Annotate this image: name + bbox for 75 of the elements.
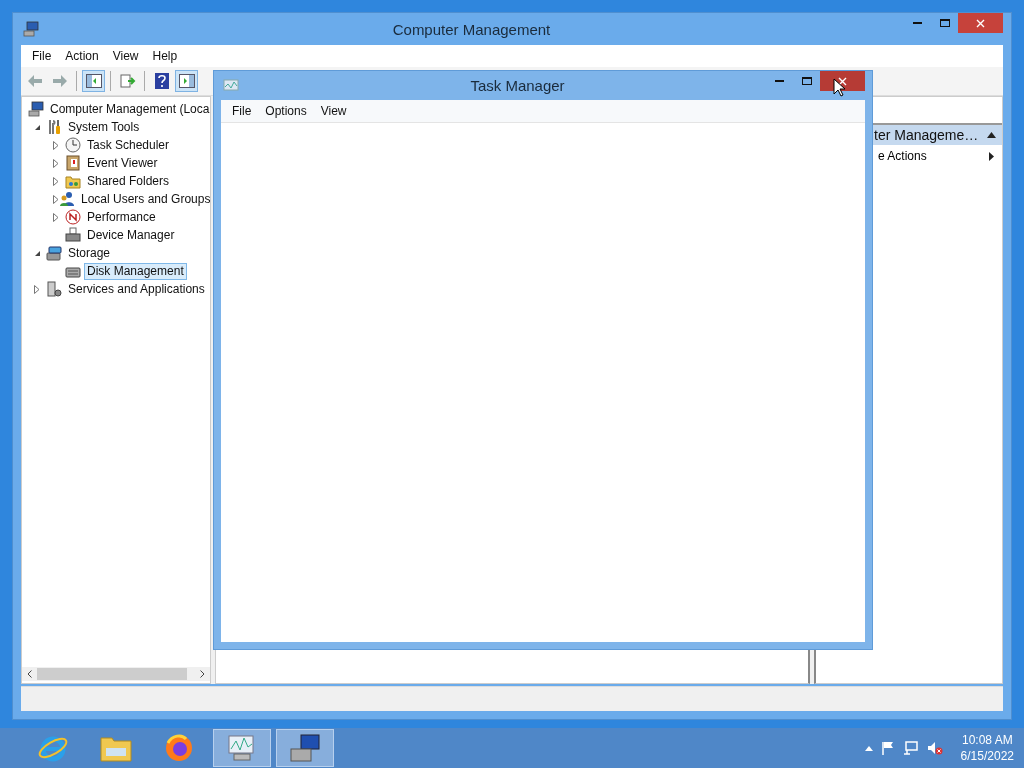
printer-icon xyxy=(65,227,81,243)
pane-icon xyxy=(178,74,195,88)
clock-date: 6/15/2022 xyxy=(960,748,1014,764)
menu-item[interactable]: View xyxy=(105,49,146,63)
expanded-arrow-icon[interactable] xyxy=(34,249,41,257)
minimize-icon xyxy=(775,80,784,82)
window-title: Task Manager xyxy=(469,77,566,94)
network-icon[interactable] xyxy=(902,741,919,755)
tree-item[interactable]: Disk Management xyxy=(84,262,187,280)
flag-icon[interactable] xyxy=(880,741,895,755)
scroll-left-icon[interactable] xyxy=(27,670,32,678)
mouse-pointer-icon xyxy=(833,78,845,97)
tree-item[interactable]: Shared Folders xyxy=(84,172,173,190)
menu-item[interactable]: File xyxy=(225,104,259,118)
tree-item[interactable]: Performance xyxy=(84,208,159,226)
collapsed-arrow-icon[interactable] xyxy=(53,140,59,150)
back-arrow-icon xyxy=(26,74,43,88)
actions-header[interactable]: ter Manageme… xyxy=(872,125,1002,145)
collapsed-arrow-icon[interactable] xyxy=(53,194,59,204)
computer-icon xyxy=(23,21,39,37)
pane-icon xyxy=(85,74,102,88)
action-item[interactable]: e Actions xyxy=(872,145,1002,167)
speaker-muted-icon[interactable] xyxy=(926,741,943,755)
collapsed-arrow-icon[interactable] xyxy=(53,158,59,168)
close-icon xyxy=(838,76,847,86)
export-icon xyxy=(119,74,136,88)
tree-item[interactable]: Services and Applications xyxy=(65,280,208,298)
minimize-icon xyxy=(913,22,922,24)
menu-item[interactable]: Options xyxy=(258,104,314,118)
shared-folder-icon xyxy=(65,173,81,189)
menu-item[interactable]: File xyxy=(25,49,59,63)
folder-icon xyxy=(100,734,132,762)
collapsed-arrow-icon[interactable] xyxy=(53,212,59,222)
maximize-icon xyxy=(801,77,812,85)
show-hidden-icons-icon[interactable] xyxy=(864,745,873,751)
tools-icon xyxy=(46,119,62,135)
computer-management-taskbar-button[interactable] xyxy=(276,729,334,767)
users-icon xyxy=(59,191,75,207)
menu-item[interactable]: Action xyxy=(58,49,106,63)
scroll-right-icon[interactable] xyxy=(200,670,205,678)
forward-arrow-icon xyxy=(51,74,68,88)
tree-item[interactable]: Task Scheduler xyxy=(84,136,173,154)
help-icon xyxy=(154,73,169,89)
menu-item[interactable]: View xyxy=(313,104,354,118)
collapsed-arrow-icon[interactable] xyxy=(34,284,40,294)
browser-icon xyxy=(164,733,194,763)
server-gear-icon xyxy=(46,281,62,297)
clock-time: 10:08 AM xyxy=(961,732,1013,748)
pane-toggle-button[interactable] xyxy=(175,70,198,92)
log-book-icon xyxy=(65,155,81,171)
performance-monitor-taskbar-button[interactable] xyxy=(213,729,271,767)
tree-item[interactable]: Local Users and Groups xyxy=(78,190,210,208)
actions-heading: ter Manageme… xyxy=(874,127,979,143)
pane-toggle-button[interactable] xyxy=(82,70,105,92)
horizontal-scrollbar[interactable] xyxy=(22,667,210,681)
tree-item[interactable]: Device Manager xyxy=(84,226,178,244)
expanded-arrow-icon[interactable] xyxy=(34,123,41,131)
menu-item[interactable]: Help xyxy=(145,49,185,63)
maximize-icon xyxy=(939,19,950,27)
close-button[interactable] xyxy=(820,71,865,91)
close-icon xyxy=(976,18,985,28)
clock-icon xyxy=(65,137,81,153)
submenu-arrow-icon xyxy=(989,151,994,161)
tree-item[interactable]: Event Viewer xyxy=(84,154,161,172)
gauge-icon xyxy=(65,209,81,225)
storage-icon xyxy=(46,245,62,261)
clock[interactable]: 10:08 AM 6/15/2022 xyxy=(960,732,1014,764)
monitor-chart-icon xyxy=(223,77,239,94)
collapse-arrow-icon[interactable] xyxy=(987,132,996,138)
collapsed-arrow-icon[interactable] xyxy=(53,176,59,186)
window-title: Computer Management xyxy=(391,20,552,38)
computer-icon xyxy=(289,733,321,763)
tree-item[interactable]: System Tools xyxy=(65,118,143,136)
computer-icon xyxy=(28,101,44,117)
tree-item[interactable]: Storage xyxy=(65,244,114,262)
